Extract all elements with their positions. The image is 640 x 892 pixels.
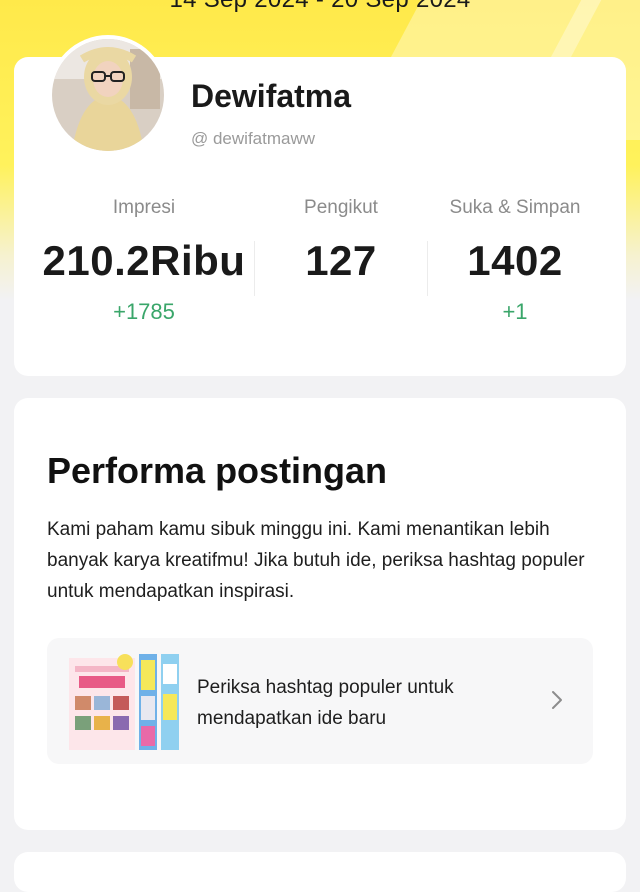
stat-value: 1402 [467, 237, 563, 284]
stat-label: Pengikut [304, 197, 378, 218]
stats-row: Impresi 210.2Ribu +1785 Pengikut 127 Suk… [14, 197, 626, 347]
profile-handle: @ dewifatmaww [191, 129, 316, 148]
section-title: Performa postingan [47, 450, 388, 491]
hashtag-link-label: Periksa hashtag populer untuk mendapatka… [197, 677, 454, 729]
date-range: 14 Sep 2024 - 20 Sep 2024 [0, 0, 640, 14]
stat-delta: +1 [502, 299, 528, 324]
performance-card: Performa postingan Kami paham kamu sibuk… [14, 398, 626, 830]
stat-delta: +1785 [113, 299, 175, 324]
stat-followers: Pengikut 127 [255, 197, 427, 299]
hashtag-thumbnail [69, 654, 179, 750]
avatar-photo [52, 39, 164, 151]
stat-likes-saves: Suka & Simpan 1402 +1 [428, 197, 602, 325]
profile-name: Dewifatma [191, 78, 352, 114]
chevron-right-icon [552, 691, 562, 709]
avatar[interactable] [48, 35, 168, 155]
profile-card: Dewifatma @ dewifatmaww Impresi 210.2Rib… [14, 35, 626, 376]
next-card [14, 852, 626, 892]
stat-value: 127 [305, 237, 377, 284]
stat-impressions: Impresi 210.2Ribu +1785 [34, 197, 254, 325]
stat-label: Impresi [112, 197, 176, 218]
hashtag-link-button[interactable]: Periksa hashtag populer untuk mendapatka… [47, 638, 593, 764]
stat-label: Suka & Simpan [449, 197, 581, 218]
stat-value: 210.2Ribu [42, 237, 246, 284]
section-description: Kami paham kamu sibuk minggu ini. Kami m… [47, 519, 585, 602]
